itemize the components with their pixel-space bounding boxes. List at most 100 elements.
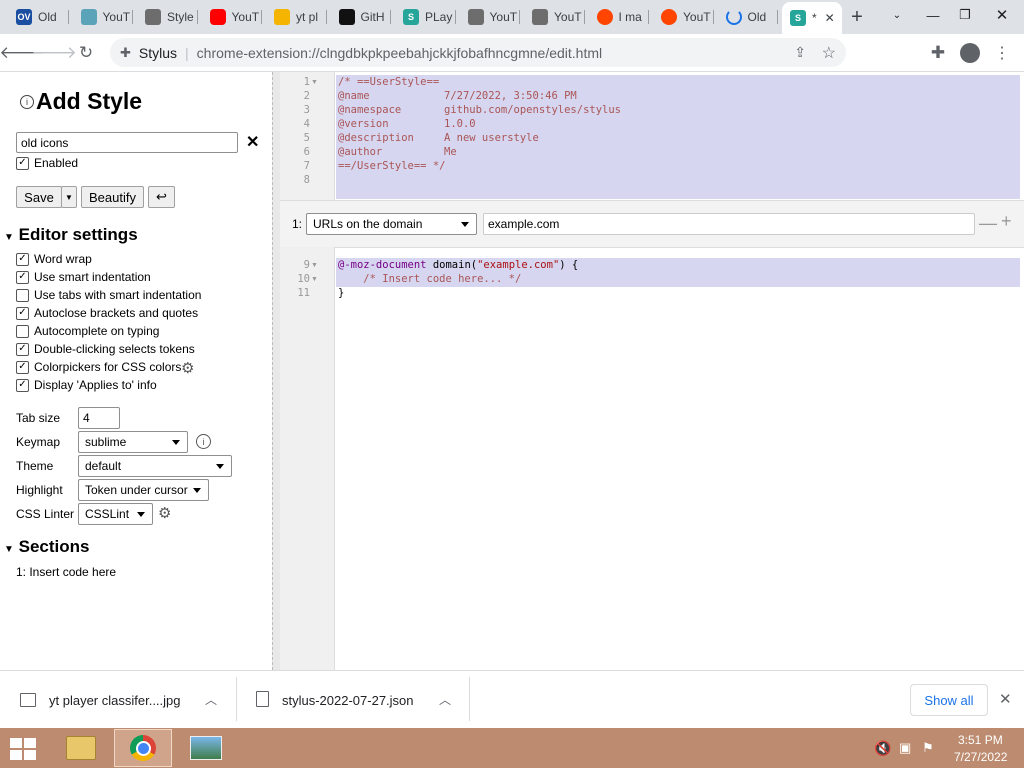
address-bar[interactable]: ✚ Stylus | chrome-extension://clngdbkpkp…	[110, 38, 846, 67]
checkbox-box[interactable]: ✓	[16, 360, 29, 374]
setting-checkbox[interactable]: ✓ Use smart indentation	[16, 268, 201, 286]
setting-checkbox[interactable]: ✓ Autoclose brackets and quotes	[16, 304, 201, 322]
tab-title: Old	[38, 10, 57, 24]
setting-checkbox[interactable]: Autocomplete on typing	[16, 322, 201, 340]
download-item[interactable]: stylus-2022-07-27.json	[282, 693, 414, 708]
close-downloads-icon[interactable]: ✕	[999, 690, 1012, 708]
tab-title: GitH	[360, 10, 385, 24]
beautify-button[interactable]: Beautify	[81, 186, 144, 208]
restore-button[interactable]: ❐	[948, 0, 982, 30]
code-token: @-moz-document	[338, 259, 427, 271]
chevron-up-icon[interactable]: ︿	[439, 691, 451, 708]
share-icon[interactable]: ⇪	[794, 44, 806, 61]
menu-icon[interactable]: ⋮	[990, 41, 1014, 65]
undo-button[interactable]: ↩	[148, 186, 175, 208]
tab-search-button[interactable]: ⌄	[880, 0, 914, 30]
clear-name-icon[interactable]: ✕	[246, 132, 259, 152]
checkbox-box[interactable]: ✓	[16, 342, 29, 356]
clock-time[interactable]: 3:51 PM	[958, 733, 1003, 747]
fold-arrow-icon[interactable]: ▼	[311, 262, 318, 269]
browser-tab[interactable]: I ma	[589, 4, 649, 30]
file-explorer-icon[interactable]	[58, 730, 104, 766]
info-icon[interactable]: i	[20, 95, 34, 109]
checkbox-box[interactable]: ✓	[16, 378, 29, 392]
editor-settings-heading[interactable]: ▼ Editor settings	[4, 225, 138, 245]
new-tab-button[interactable]: +	[845, 5, 869, 29]
browser-tab[interactable]: YouT	[202, 4, 262, 30]
setting-checkbox[interactable]: ✓ Double-clicking selects tokens	[16, 340, 201, 358]
code-editor[interactable]: 1 ▼/* ==UserStyle== 2 @name 7/27/2022, 3:50:…	[280, 72, 1024, 670]
line-number: 11	[297, 287, 310, 299]
star-icon[interactable]: ☆	[822, 43, 836, 63]
network-icon[interactable]: ▣	[899, 740, 911, 756]
close-window-button[interactable]: ✕	[985, 0, 1019, 30]
minimize-button[interactable]: —	[916, 0, 950, 30]
applies-type-select[interactable]: URLs on the domain	[306, 213, 477, 235]
save-button[interactable]: Save	[16, 186, 62, 208]
browser-tab[interactable]: YouT	[73, 4, 133, 30]
tab-active[interactable]: S * ✕	[782, 2, 842, 34]
close-tab-icon[interactable]: ✕	[825, 11, 835, 25]
reload-button[interactable]: ↻	[74, 41, 98, 65]
line-number: 4	[303, 118, 310, 130]
style-name-input[interactable]	[16, 132, 238, 153]
code-value: A new userstyle	[444, 132, 539, 144]
save-dropdown-button[interactable]: ▼	[61, 186, 77, 208]
browser-tab[interactable]: YouT	[460, 4, 520, 30]
tab-title: yt pl	[296, 10, 319, 24]
highlight-select[interactable]: Token under cursor	[78, 479, 209, 501]
browser-tab[interactable]: S PLay	[395, 4, 456, 30]
extensions-icon[interactable]: ✚	[926, 41, 950, 65]
panel-splitter[interactable]	[272, 72, 280, 670]
volume-muted-icon[interactable]: 🔇	[874, 740, 891, 757]
gear-icon[interactable]: ⚙	[181, 359, 194, 377]
tab-title: YouT	[489, 10, 518, 24]
browser-tab[interactable]: YouT	[524, 4, 585, 30]
browser-tab[interactable]: YouT	[653, 4, 714, 30]
browser-tab[interactable]: Old	[718, 4, 778, 30]
checkbox-box[interactable]: ✓	[16, 252, 29, 266]
setting-label: Use tabs with smart indentation	[34, 288, 202, 302]
profile-avatar[interactable]	[960, 43, 980, 63]
setting-checkbox[interactable]: ✓ Word wrap	[16, 250, 201, 268]
chrome-icon[interactable]	[114, 729, 172, 767]
browser-tab[interactable]: yt pl	[266, 4, 327, 30]
forward-button[interactable]: 🡒	[31, 41, 77, 65]
checkbox-box[interactable]: ✓	[16, 270, 29, 284]
keymap-info-icon[interactable]: i	[196, 434, 211, 449]
add-applies-button[interactable]: +	[1001, 211, 1012, 232]
tab-size-input[interactable]	[78, 407, 120, 429]
enabled-checkbox[interactable]: ✓ Enabled	[16, 154, 78, 172]
clock-date[interactable]: 7/27/2022	[954, 750, 1007, 764]
keymap-select[interactable]: sublime	[78, 431, 188, 453]
code-key: @name	[338, 90, 370, 102]
checkbox-box[interactable]: ✓	[16, 306, 29, 320]
fold-arrow-icon[interactable]: ▼	[311, 79, 318, 86]
setting-checkbox[interactable]: ✓ Display 'Applies to' info	[16, 376, 201, 394]
linter-settings-gear-icon[interactable]: ⚙	[158, 504, 171, 522]
checkbox-box[interactable]	[16, 288, 29, 302]
photos-icon[interactable]	[178, 730, 234, 766]
show-all-button[interactable]: Show all	[910, 684, 988, 716]
youtube-icon	[209, 9, 226, 25]
theme-select[interactable]: default	[78, 455, 232, 477]
triangle-down-icon: ▼	[4, 544, 14, 555]
browser-tab[interactable]: OV Old	[8, 4, 69, 30]
action-center-icon[interactable]: ⚑	[922, 740, 934, 756]
remove-applies-button[interactable]: —	[979, 213, 997, 234]
chevron-up-icon[interactable]: ︿	[205, 691, 217, 708]
applies-value-input[interactable]	[483, 213, 975, 235]
section-link[interactable]: 1: Insert code here	[16, 565, 116, 579]
fold-arrow-icon[interactable]: ▼	[311, 276, 318, 283]
browser-tab[interactable]: GitH	[331, 4, 391, 30]
browser-tab[interactable]: Style	[137, 4, 198, 30]
setting-checkbox[interactable]: ✓ Colorpickers for CSS colors	[16, 358, 201, 376]
code-value: Me	[444, 146, 457, 158]
checkbox-box[interactable]: ✓	[16, 156, 29, 170]
sections-heading[interactable]: ▼ Sections	[4, 537, 90, 557]
download-item[interactable]: yt player classifer....jpg	[49, 693, 181, 708]
css-linter-select[interactable]: CSSLint	[78, 503, 153, 525]
start-button[interactable]	[10, 738, 38, 760]
checkbox-box[interactable]	[16, 324, 29, 338]
setting-checkbox[interactable]: Use tabs with smart indentation	[16, 286, 201, 304]
